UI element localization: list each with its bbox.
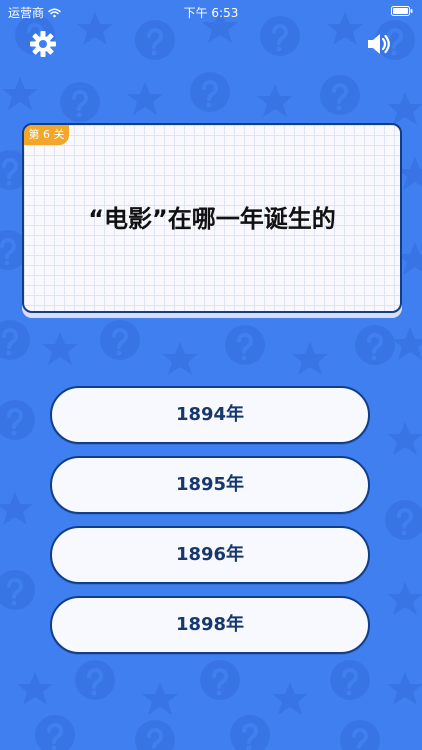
answer-button-2[interactable]: 1895年	[50, 456, 370, 514]
status-bar: 运营商 下午 6:53	[0, 0, 422, 22]
answer-button-3[interactable]: 1896年	[50, 526, 370, 584]
status-time: 下午 6:53	[183, 6, 239, 20]
question-card: 第 6 关 “电影”在哪一年诞生的	[22, 123, 402, 313]
level-tag: 第 6 关	[24, 125, 69, 145]
gear-icon	[30, 31, 56, 57]
settings-button[interactable]	[27, 28, 59, 60]
answer-list: 1894年 1895年 1896年 1898年	[50, 386, 370, 666]
speaker-icon	[368, 34, 390, 54]
answer-button-1[interactable]: 1894年	[50, 386, 370, 444]
battery-icon	[391, 6, 413, 16]
answer-button-4[interactable]: 1898年	[50, 596, 370, 654]
quiz-screen: 运营商 下午 6:53 第 6 关 “电影”在哪一年诞生的 1894年 1895…	[0, 0, 422, 750]
sound-button[interactable]	[363, 28, 395, 60]
question-text: “电影”在哪一年诞生的	[88, 205, 336, 233]
